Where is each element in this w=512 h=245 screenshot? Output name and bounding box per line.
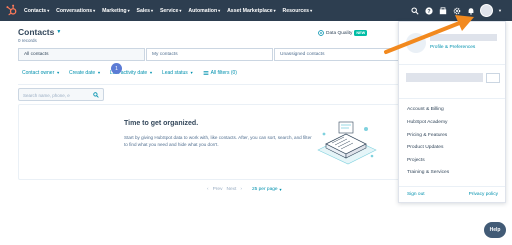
notifications-icon[interactable]: [466, 6, 475, 15]
privacy-policy-link[interactable]: Privacy policy: [469, 192, 498, 197]
tab-my-contacts[interactable]: My contacts: [146, 48, 273, 61]
chevron-down-icon: ▼: [97, 71, 101, 75]
divider: [18, 84, 418, 85]
filter-create-date[interactable]: Create date ▼: [69, 70, 101, 76]
sign-out-link[interactable]: Sign out: [407, 192, 425, 197]
empty-state-illustration: [317, 121, 377, 165]
empty-state-title: Time to get organized.: [124, 120, 199, 127]
account-name-redacted: [406, 73, 483, 82]
dropdown-item[interactable]: Account & Billing: [407, 107, 444, 112]
divider: [399, 186, 505, 187]
chevron-down-icon: ▼: [56, 29, 62, 35]
nav-conversations[interactable]: Conversations ▾: [56, 8, 95, 14]
nav-item-label: Conversations: [56, 7, 93, 14]
search-icon: [93, 92, 99, 98]
per-page-select[interactable]: 25 per page ▼: [252, 187, 282, 192]
nav-item-label: Service: [159, 7, 179, 14]
next-page-button[interactable]: Next: [226, 187, 236, 192]
dropdown-item[interactable]: HubSpot Academy: [407, 120, 448, 125]
chevron-down-icon: ▼: [149, 71, 153, 75]
page-title-row[interactable]: Contacts ▼: [18, 27, 61, 37]
tab-all-contacts[interactable]: All contacts: [18, 48, 145, 61]
hubspot-logo-icon[interactable]: [5, 4, 18, 17]
filter-label: Create date: [69, 70, 96, 76]
chevron-down-icon: ▾: [179, 9, 182, 13]
filter-contact-owner[interactable]: Contact owner ▼: [22, 70, 60, 76]
chevron-down-icon: ▾: [310, 9, 312, 13]
all-filters-button[interactable]: All filters (0): [203, 70, 237, 76]
nav-utility-icons: ? ▼: [410, 0, 502, 21]
nav-asset-marketplace[interactable]: Asset Marketplace ▾: [227, 8, 275, 14]
chevron-down-icon[interactable]: ▼: [498, 8, 502, 13]
nav-automation[interactable]: Automation ▾: [188, 8, 220, 14]
filter-label: Lead status: [161, 70, 188, 76]
dropdown-item[interactable]: Projects: [407, 158, 425, 163]
dropdown-item[interactable]: Training & Services: [407, 170, 449, 175]
settings-icon[interactable]: [452, 6, 461, 15]
new-badge: NEW: [354, 30, 368, 36]
divider: [399, 64, 505, 65]
record-count: 0 records: [18, 38, 37, 43]
page-title: Contacts: [18, 27, 55, 37]
chevron-down-icon: ▾: [127, 9, 130, 13]
chevron-down-icon: ▼: [189, 71, 194, 75]
pagination: ‹ Prev Next › 25 per page ▼: [207, 187, 282, 192]
chevron-left-icon: ‹: [207, 187, 209, 192]
account-id-box[interactable]: [486, 73, 500, 83]
svg-text:?: ?: [427, 8, 430, 14]
chevron-down-icon: ▾: [47, 9, 50, 13]
help-icon[interactable]: ?: [424, 6, 433, 15]
nav-contacts[interactable]: Contacts ▾: [24, 8, 49, 14]
nav-item-label: Sales: [136, 7, 151, 14]
data-quality-label: Data Quality: [326, 30, 353, 36]
filter-label: Contact owner: [22, 70, 55, 76]
nav-item-label: Contacts: [24, 7, 47, 14]
data-quality-icon: [318, 30, 324, 36]
chevron-down-icon: ▾: [151, 9, 153, 13]
search-input[interactable]: Search name, phone, e: [18, 88, 104, 101]
search-placeholder: Search name, phone, e: [23, 92, 70, 98]
data-quality-link[interactable]: Data Quality NEW: [318, 30, 368, 36]
filter-label: All filters (0): [210, 70, 237, 76]
chevron-down-icon: ▼: [56, 71, 61, 75]
dropdown-item[interactable]: Product Updates: [407, 145, 443, 150]
tab-unassigned-contacts[interactable]: Unassigned contacts: [274, 48, 401, 61]
divider: [399, 98, 505, 99]
top-nav-bar: Contacts ▾ Conversations ▾ Marketing ▾ Sales ▾ S…: [0, 0, 512, 21]
marketplace-icon[interactable]: [438, 6, 447, 15]
account-dropdown-menu: Profile & Preferences Account & Billing H…: [398, 21, 506, 203]
help-button[interactable]: Help: [484, 222, 506, 238]
empty-state-text: Start by giving HubSpot data to work wit…: [124, 135, 312, 147]
nav-item-label: Automation: [188, 7, 218, 14]
filter-bar: Contact owner ▼ Create date ▼ Last activit…: [22, 70, 237, 76]
step-badge: 1: [111, 63, 122, 74]
prev-page-button[interactable]: Prev: [213, 187, 223, 192]
nav-item-label: Marketing: [102, 7, 127, 14]
tab-label: All contacts: [24, 52, 49, 57]
chevron-down-icon: ▾: [273, 9, 276, 13]
dropdown-item[interactable]: Pricing & Features: [407, 133, 447, 138]
profile-preferences-link[interactable]: Profile & Preferences: [430, 45, 475, 50]
user-name-redacted: [430, 34, 497, 41]
tab-label: My contacts: [152, 52, 178, 57]
nav-item-label: Resources: [282, 7, 310, 14]
chevron-down-icon: ▾: [93, 9, 96, 13]
nav-marketing[interactable]: Marketing ▾: [102, 8, 129, 14]
chevron-down-icon: ▼: [278, 187, 283, 192]
nav-sales[interactable]: Sales ▾: [136, 8, 152, 14]
filter-icon: [203, 71, 208, 75]
nav-resources[interactable]: Resources ▾: [283, 8, 312, 14]
nav-service[interactable]: Service ▾: [160, 8, 181, 14]
avatar: [406, 33, 426, 53]
chevron-down-icon: ▾: [218, 9, 221, 13]
user-avatar[interactable]: [480, 4, 494, 17]
per-page-label: 25 per page: [251, 187, 278, 192]
chevron-right-icon: ›: [240, 187, 242, 192]
tab-label: Unassigned contacts: [280, 52, 325, 57]
filter-lead-status[interactable]: Lead status ▼: [162, 70, 194, 76]
view-tabs: All contacts My contacts Unassigned cont…: [18, 48, 418, 61]
main-nav-menu: Contacts ▾ Conversations ▾ Marketing ▾ Sales ▾ S…: [24, 0, 312, 21]
nav-item-label: Asset Marketplace: [227, 7, 273, 14]
search-icon[interactable]: [410, 6, 419, 15]
